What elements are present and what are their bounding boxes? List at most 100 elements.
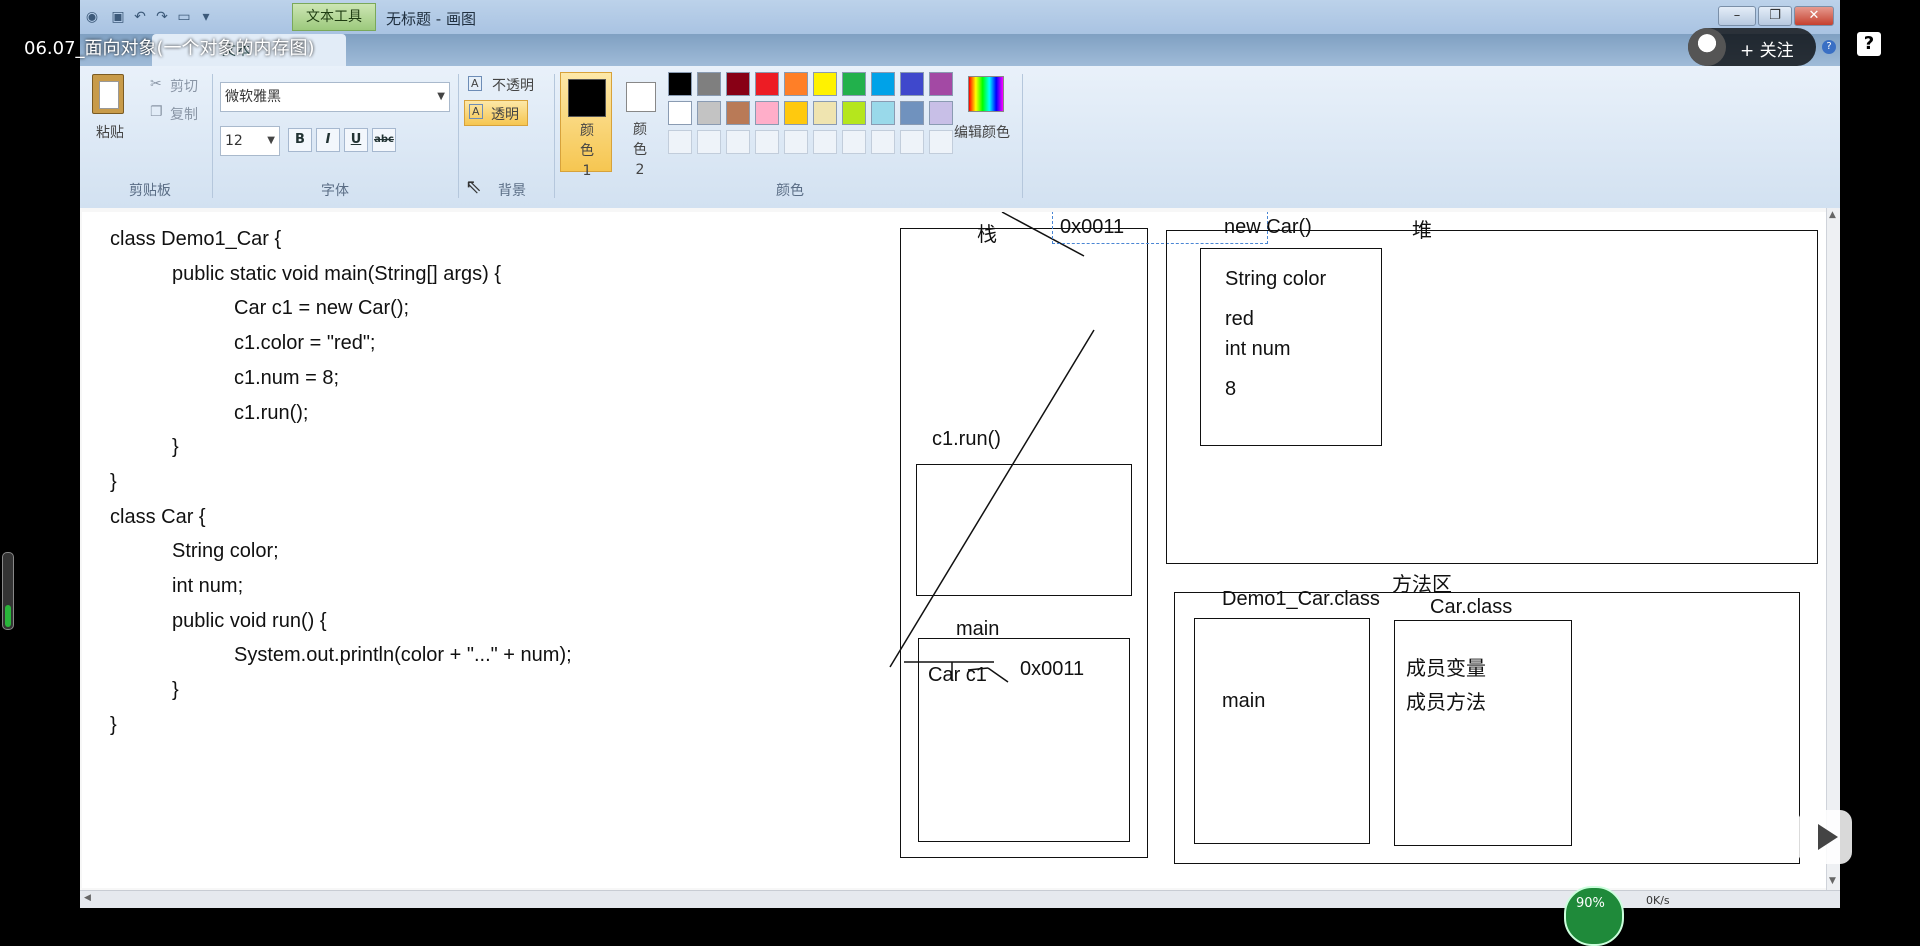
color2-selector[interactable]: 颜色 2 [618,72,666,178]
restore-button[interactable]: ❐ [1758,6,1792,26]
opaque-icon: A [468,76,482,91]
color1-label: 颜色 1 [580,123,594,179]
cut-button[interactable]: 剪切 [170,76,198,96]
palette-empty-slot[interactable] [900,130,924,154]
palette-swatch[interactable] [842,101,866,125]
paste-button[interactable]: 粘贴 [96,122,124,142]
chevron-down-icon: ▼ [267,135,275,146]
net-speed-label: 0K/s [1646,894,1670,907]
car-class-member-fields: 成员变量 [1406,658,1486,680]
clipboard-icon[interactable] [92,74,124,114]
edit-colors-button[interactable]: 编辑颜色 [954,122,1010,142]
palette-swatch[interactable] [871,72,895,96]
color1-swatch [568,79,606,117]
main-var-value: 0x0011 [1020,658,1085,680]
stack-label: 栈 [977,224,997,246]
palette-swatch[interactable] [668,101,692,125]
run-frame-label: c1.run() [932,428,1001,450]
drawing-canvas[interactable]: class Demo1_Car {public static void main… [82,212,1826,888]
palette-empty-slot[interactable] [726,130,750,154]
close-button[interactable]: ✕ [1794,6,1834,26]
progress-circle: 90% [1564,886,1624,946]
palette-swatch[interactable] [755,101,779,125]
ribbon: 粘贴 ✂ 剪切 ❐ 复制 剪贴板 微软雅黑 ▼ 12 ▼ B I U abc 字… [80,66,1840,209]
car-class-label: Car.class [1430,596,1513,618]
palette-swatch[interactable] [726,72,750,96]
strikethrough-button[interactable]: abc [372,128,396,152]
font-size-select[interactable]: 12 ▼ [220,126,280,156]
palette-swatch[interactable] [697,101,721,125]
colors-group-label: 颜色 [776,183,804,199]
palette-empty-slot[interactable] [929,130,953,154]
scissors-icon: ✂ [150,76,162,92]
transparent-button[interactable]: A 透明 [464,100,528,126]
palette-empty-slot[interactable] [697,130,721,154]
palette-empty-slot[interactable] [842,130,866,154]
group-divider [554,74,555,198]
mouse-cursor-icon: ⇖ [465,174,482,198]
text-tools-context-tab: 文本工具 [292,3,376,31]
background-group-label: 背景 [498,183,526,199]
customize-toolbar-icon[interactable]: ▾ [198,9,214,25]
transparent-label: 透明 [491,107,519,123]
palette-swatch[interactable] [813,101,837,125]
palette-empty-slot[interactable] [784,130,808,154]
palette-swatch[interactable] [755,72,779,96]
info-icon[interactable]: ? [1822,40,1836,54]
underline-button[interactable]: U [344,128,368,152]
font-family-value: 微软雅黑 [225,89,281,105]
palette-swatch[interactable] [842,72,866,96]
palette-swatch[interactable] [929,101,953,125]
new-document-icon[interactable]: ▭ [176,9,192,25]
palette-empty-slot[interactable] [755,130,779,154]
play-icon [1818,824,1838,850]
redo-icon[interactable]: ↷ [154,9,170,25]
palette-empty-slot[interactable] [668,130,692,154]
color1-selector[interactable]: 颜色 1 [560,72,612,179]
italic-button[interactable]: I [316,128,340,152]
palette-swatch[interactable] [900,72,924,96]
ribbon-tab-strip: 文本 [80,34,1840,66]
follow-label: + 关注 [1740,41,1794,61]
bold-button[interactable]: B [288,128,312,152]
font-family-select[interactable]: 微软雅黑 ▼ [220,82,450,112]
demo-class-label: Demo1_Car.class [1222,588,1380,610]
color2-swatch [626,82,656,112]
palette-empty-slot[interactable] [813,130,837,154]
palette-swatch[interactable] [929,72,953,96]
object-field-color: String color [1225,268,1327,290]
save-icon[interactable]: ▣ [110,9,126,25]
volume-slider[interactable] [2,552,14,630]
font-group-label: 字体 [321,183,349,199]
help-button[interactable]: ? [1857,32,1881,56]
palette-swatch[interactable] [784,72,808,96]
color-palette [668,72,958,162]
chevron-down-icon: ▼ [437,91,445,102]
palette-swatch[interactable] [668,72,692,96]
undo-icon[interactable]: ↶ [132,9,148,25]
object-field-num: int num [1225,338,1291,360]
palette-swatch[interactable] [900,101,924,125]
scroll-up-icon[interactable]: ▲ [1829,210,1836,220]
palette-swatch[interactable] [726,101,750,125]
minimize-button[interactable]: – [1718,6,1756,26]
scroll-left-icon[interactable]: ◀ [84,893,91,903]
scroll-down-icon[interactable]: ▼ [1829,876,1836,886]
palette-swatch[interactable] [697,72,721,96]
group-divider [212,74,213,198]
palette-swatch[interactable] [784,101,808,125]
palette-empty-slot[interactable] [871,130,895,154]
uploader-avatar[interactable] [1688,28,1726,66]
rainbow-palette-icon[interactable] [968,76,1004,112]
app-menu-icon[interactable]: ◉ [84,9,100,25]
object-value-num: 8 [1225,378,1237,400]
car-class-member-methods: 成员方法 [1406,692,1486,714]
copy-icon: ❐ [150,104,163,120]
vertical-scrollbar[interactable]: ▲ ▼ [1826,208,1840,890]
opaque-button[interactable]: 不透明 [492,75,534,95]
palette-swatch[interactable] [813,72,837,96]
progress-label: 90% [1576,896,1605,911]
palette-swatch[interactable] [871,101,895,125]
copy-button[interactable]: 复制 [170,104,198,124]
network-monitor-widget: 90% 0K/s [1564,886,1732,946]
